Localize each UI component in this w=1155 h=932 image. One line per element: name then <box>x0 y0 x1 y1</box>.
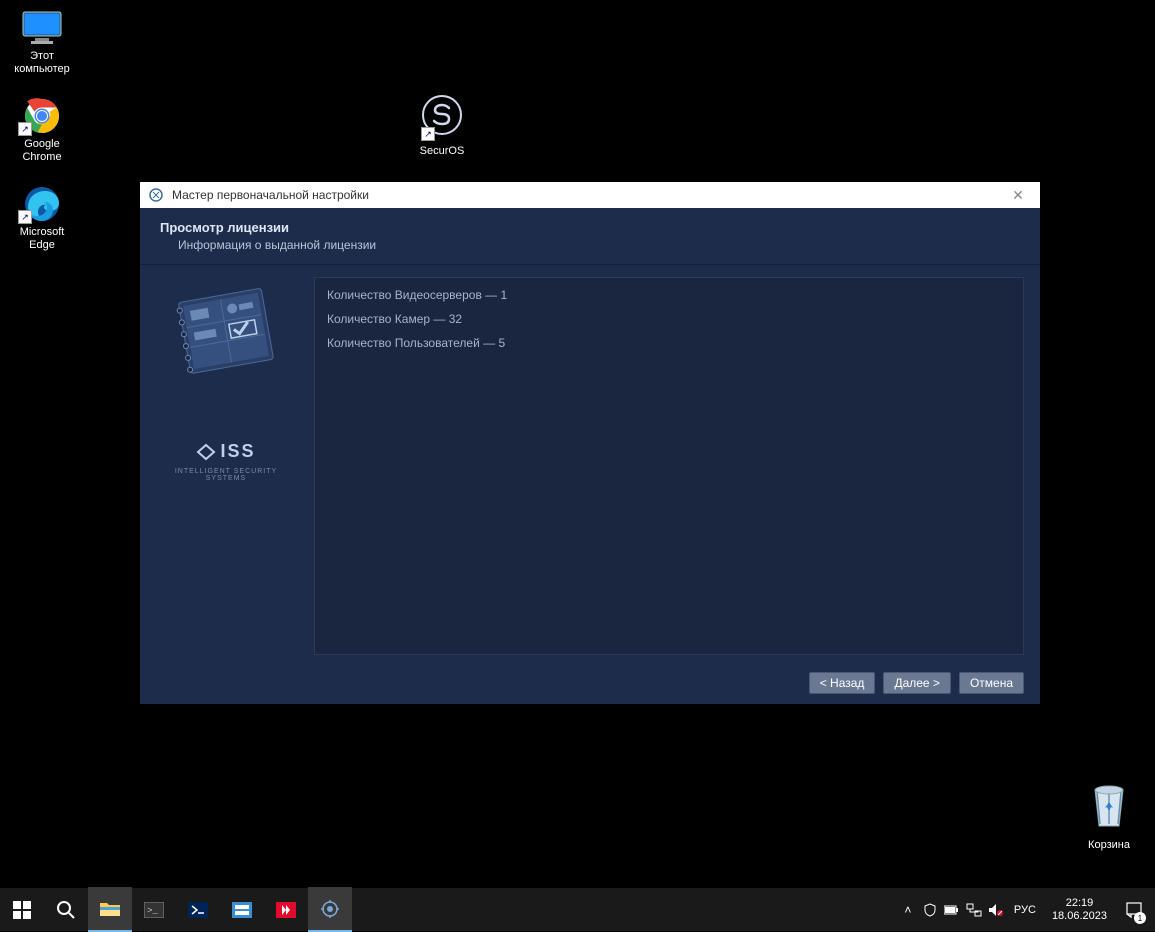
desktop-icon-label: Google Chrome <box>22 138 61 164</box>
next-button[interactable]: Далее > <box>883 672 951 694</box>
iss-tagline: INTELLIGENT SECURITY SYSTEMS <box>156 468 296 482</box>
language-indicator[interactable]: РУС <box>1008 904 1042 916</box>
windows-icon <box>13 901 31 919</box>
notebook-illustration-icon <box>167 283 285 391</box>
file-explorer-icon <box>99 900 121 918</box>
desktop-icon-chrome[interactable]: ↗ Google Chrome <box>4 96 80 178</box>
desktop-icon-label: Этот компьютер <box>14 50 69 76</box>
desktop-icon-label: Microsoft Edge <box>20 226 65 252</box>
desktop-icon-edge[interactable]: ↗ Microsoft Edge <box>4 184 80 266</box>
anydesk-icon <box>276 902 296 918</box>
this-pc-icon <box>18 8 66 48</box>
tray-security-icon[interactable] <box>920 888 940 931</box>
start-button[interactable] <box>0 888 44 931</box>
wizard-body: ISS INTELLIGENT SECURITY SYSTEMS Количес… <box>140 265 1040 655</box>
shortcut-overlay-icon: ↗ <box>18 122 32 136</box>
chrome-icon: ↗ <box>18 96 66 136</box>
edge-icon: ↗ <box>18 184 66 224</box>
shortcut-overlay-icon: ↗ <box>421 127 435 141</box>
close-icon: ✕ <box>1012 187 1024 204</box>
license-line: Количество Камер — 32 <box>327 312 1011 326</box>
desktop: Этот компьютер ↗ Google Chrome ↗ Microso… <box>0 0 1155 888</box>
desktop-icons-column: Этот компьютер ↗ Google Chrome ↗ Microso… <box>4 8 80 272</box>
server-manager-icon <box>232 902 252 918</box>
taskbar-left: >_ <box>0 888 352 931</box>
wizard-sidebar: ISS INTELLIGENT SECURITY SYSTEMS <box>156 277 296 655</box>
taskbar-app-explorer[interactable] <box>88 887 132 932</box>
search-icon <box>56 900 76 920</box>
license-line: Количество Видеосерверов — 1 <box>327 288 1011 302</box>
taskbar-app-cmd[interactable]: >_ <box>132 888 176 931</box>
iss-logo-mark-icon <box>196 443 216 461</box>
tray-chevron-up[interactable]: ˄ <box>898 888 918 931</box>
iss-logo-text: ISS <box>220 441 255 462</box>
taskbar-app-server-manager[interactable] <box>220 888 264 931</box>
wizard-window: Мастер первоначальной настройки ✕ Просмо… <box>140 182 1040 704</box>
powershell-icon <box>188 902 208 918</box>
desktop-icon-securos[interactable]: ↗ SecurOS <box>404 94 480 166</box>
tray-network-icon[interactable] <box>964 888 984 931</box>
taskbar: >_ ˄ РУС 22:19 18.06.2023 <box>0 888 1155 931</box>
taskbar-app-powershell[interactable] <box>176 888 220 931</box>
tray-power-icon[interactable] <box>942 888 962 931</box>
close-button[interactable]: ✕ <box>1000 182 1036 208</box>
network-icon <box>966 903 982 917</box>
wizard-heading: Просмотр лицензии <box>160 220 1020 235</box>
cancel-button[interactable]: Отмена <box>959 672 1024 694</box>
wizard-header: Просмотр лицензии Информация о выданной … <box>140 208 1040 265</box>
clock-date: 18.06.2023 <box>1052 910 1107 923</box>
notification-badge: 1 <box>1134 912 1146 924</box>
desktop-icon-label: SecurOS <box>420 145 465 157</box>
taskbar-app-securos-wizard[interactable] <box>308 887 352 932</box>
shield-icon <box>923 903 937 917</box>
chevron-up-icon: ˄ <box>904 903 911 917</box>
window-title: Мастер первоначальной настройки <box>172 188 369 202</box>
wizard-taskbar-icon <box>320 899 340 919</box>
taskbar-right: ˄ РУС 22:19 18.06.2023 1 <box>898 888 1155 931</box>
titlebar[interactable]: Мастер первоначальной настройки ✕ <box>140 182 1040 208</box>
battery-icon <box>944 904 960 916</box>
license-info-panel: Количество Видеосерверов — 1 Количество … <box>314 277 1024 655</box>
taskbar-app-anydesk[interactable] <box>264 888 308 931</box>
recycle-bin-icon <box>1087 780 1131 835</box>
svg-text:>_: >_ <box>147 906 158 916</box>
desktop-icon-this-pc[interactable]: Этот компьютер <box>4 8 80 90</box>
shortcut-overlay-icon: ↗ <box>18 210 32 224</box>
desktop-icon-recycle-bin[interactable]: Корзина <box>1071 780 1147 860</box>
securos-app-icon: ↗ <box>421 94 463 141</box>
wizard-subheading: Информация о выданной лицензии <box>178 238 1020 252</box>
terminal-icon: >_ <box>144 902 164 918</box>
search-button[interactable] <box>44 888 88 931</box>
back-button[interactable]: < Назад <box>809 672 876 694</box>
volume-muted-icon <box>988 903 1004 917</box>
desktop-icon-label: Корзина <box>1088 839 1130 851</box>
taskbar-clock[interactable]: 22:19 18.06.2023 <box>1044 897 1115 923</box>
license-line: Количество Пользователей — 5 <box>327 336 1011 350</box>
iss-logo: ISS <box>196 441 255 462</box>
wizard-footer: < Назад Далее > Отмена <box>809 672 1024 694</box>
tray-volume-icon[interactable] <box>986 888 1006 931</box>
clock-time: 22:19 <box>1052 897 1107 910</box>
notification-center-button[interactable]: 1 <box>1117 888 1151 931</box>
wizard-app-icon <box>148 187 164 203</box>
